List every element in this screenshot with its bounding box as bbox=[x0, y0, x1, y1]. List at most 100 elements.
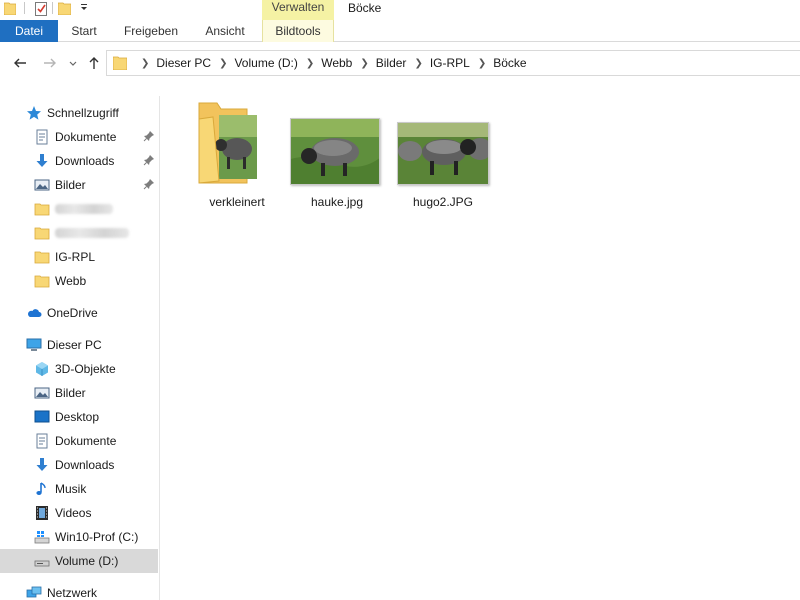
sidebar-item-ig-rpl[interactable]: IG-RPL bbox=[0, 245, 158, 269]
sidebar-item-label: Bilder bbox=[55, 178, 86, 192]
folder-icon bbox=[113, 56, 127, 70]
chevron-right-icon[interactable]: ❯ bbox=[219, 58, 227, 69]
image-thumbnail bbox=[290, 118, 380, 185]
image-file-item[interactable]: hugo2.JPG bbox=[395, 101, 491, 209]
navigation-bar: ❯ Dieser PC ❯ Volume (D:) ❯ Webb ❯ Bilde… bbox=[0, 42, 800, 84]
sidebar-item-documents-pinned[interactable]: Dokumente bbox=[0, 125, 158, 149]
sidebar-item-3d-objects[interactable]: 3D-Objekte bbox=[0, 357, 158, 381]
sidebar-item-label: OneDrive bbox=[47, 306, 98, 320]
breadcrumb-item[interactable]: Dieser PC bbox=[156, 56, 211, 70]
recent-locations-chevron-icon[interactable] bbox=[68, 55, 78, 71]
sidebar-item-label: Videos bbox=[55, 506, 92, 520]
chevron-right-icon[interactable]: ❯ bbox=[141, 58, 149, 69]
sidebar-item-drive-d[interactable]: Volume (D:) bbox=[0, 549, 158, 573]
drive-icon bbox=[34, 560, 50, 567]
sidebar-item-desktop[interactable]: Desktop bbox=[0, 405, 158, 429]
sidebar-item-label: Dokumente bbox=[55, 434, 117, 448]
sidebar-item-drive-c[interactable]: Win10-Prof (C:) bbox=[0, 525, 158, 549]
chevron-right-icon[interactable]: ❯ bbox=[306, 58, 314, 69]
file-name: hauke.jpg bbox=[310, 195, 364, 209]
navigation-pane: Schnellzugriff Dokumente Downloads Bilde… bbox=[0, 96, 160, 600]
folder-icon bbox=[34, 227, 50, 240]
new-folder-icon[interactable] bbox=[58, 1, 71, 15]
sidebar-item-label: Desktop bbox=[55, 410, 100, 424]
sidebar-item-label: Downloads bbox=[55, 154, 115, 168]
sidebar-item-label: Win10-Prof (C:) bbox=[55, 530, 139, 544]
sidebar-item-music[interactable]: Musik bbox=[0, 477, 158, 501]
sidebar-item-label: Dieser PC bbox=[47, 338, 102, 352]
chevron-right-icon[interactable]: ❯ bbox=[360, 58, 368, 69]
blurred-label bbox=[55, 228, 129, 238]
image-thumbnail bbox=[397, 122, 489, 185]
tab-view[interactable]: Ansicht bbox=[196, 20, 254, 42]
windows-drive-icon bbox=[34, 531, 50, 544]
forward-arrow-icon[interactable] bbox=[42, 55, 58, 71]
pictures-icon bbox=[34, 387, 50, 399]
pin-icon[interactable] bbox=[143, 178, 155, 190]
file-name: hugo2.JPG bbox=[412, 195, 474, 209]
sidebar-item-this-pc[interactable]: Dieser PC bbox=[0, 333, 158, 357]
sidebar-item-downloads[interactable]: Downloads bbox=[0, 453, 158, 477]
sidebar-item-network[interactable]: Netzwerk bbox=[0, 581, 158, 600]
tab-file[interactable]: Datei bbox=[0, 20, 58, 42]
breadcrumb-item[interactable]: Volume (D:) bbox=[234, 56, 297, 70]
window-title: Böcke bbox=[348, 1, 382, 15]
properties-checkmark-icon[interactable] bbox=[34, 1, 48, 16]
breadcrumb-item[interactable]: Webb bbox=[321, 56, 352, 70]
folder-with-preview-icon bbox=[198, 102, 257, 184]
cube-3d-icon bbox=[36, 362, 48, 376]
context-group-header: Verwalten bbox=[262, 0, 334, 20]
music-note-icon bbox=[36, 482, 46, 495]
sidebar-item-pictures[interactable]: Bilder bbox=[0, 381, 158, 405]
cloud-icon bbox=[28, 309, 42, 317]
sidebar-item-webb[interactable]: Webb bbox=[0, 269, 158, 293]
star-icon bbox=[27, 106, 41, 120]
sidebar-item-label: Webb bbox=[55, 274, 87, 288]
ribbon-tabs: Datei Start Freigeben Ansicht Bildtools bbox=[0, 20, 800, 42]
tab-picture-tools[interactable]: Bildtools bbox=[262, 20, 334, 42]
tab-share[interactable]: Freigeben bbox=[114, 20, 188, 42]
documents-icon bbox=[36, 129, 48, 145]
tab-start[interactable]: Start bbox=[58, 20, 110, 42]
address-bar[interactable]: ❯ Dieser PC ❯ Volume (D:) ❯ Webb ❯ Bilde… bbox=[106, 50, 800, 76]
toolbar-separator bbox=[24, 2, 25, 14]
sidebar-item-downloads-pinned[interactable]: Downloads bbox=[0, 149, 158, 173]
computer-icon bbox=[26, 338, 42, 351]
documents-icon bbox=[36, 433, 48, 449]
folder-item[interactable]: verkleinert bbox=[189, 101, 285, 209]
breadcrumb-item[interactable]: Böcke bbox=[493, 56, 526, 70]
image-file-item[interactable]: hauke.jpg bbox=[289, 101, 385, 209]
sidebar-item-blurred-folder[interactable] bbox=[0, 221, 158, 245]
sheep-photo-image bbox=[291, 119, 379, 184]
sidebar-item-onedrive[interactable]: OneDrive bbox=[0, 301, 158, 325]
sidebar-item-videos[interactable]: Videos bbox=[0, 501, 158, 525]
sidebar-item-documents[interactable]: Dokumente bbox=[0, 429, 158, 453]
film-strip-icon bbox=[36, 506, 48, 520]
sidebar-item-label: 3D-Objekte bbox=[55, 362, 116, 376]
sidebar-item-label: Volume (D:) bbox=[55, 554, 119, 568]
pin-icon[interactable] bbox=[143, 154, 155, 166]
sidebar-item-label: Musik bbox=[55, 482, 87, 496]
breadcrumb-item[interactable]: IG-RPL bbox=[430, 56, 470, 70]
folder-icon bbox=[34, 275, 50, 288]
sidebar-item-pictures-pinned[interactable]: Bilder bbox=[0, 173, 158, 197]
pin-icon[interactable] bbox=[143, 130, 155, 142]
chevron-right-icon[interactable]: ❯ bbox=[414, 58, 422, 69]
pictures-icon bbox=[34, 179, 50, 191]
file-list: verkleinert hauke.jpg hugo2.JPG bbox=[161, 96, 800, 600]
download-arrow-icon bbox=[36, 458, 48, 471]
file-name: verkleinert bbox=[209, 195, 265, 209]
sidebar-item-quick-access[interactable]: Schnellzugriff bbox=[0, 101, 158, 125]
sidebar-item-label: IG-RPL bbox=[55, 250, 96, 264]
breadcrumb: ❯ Dieser PC ❯ Volume (D:) ❯ Webb ❯ Bilde… bbox=[133, 51, 527, 75]
sheep-photo-image bbox=[398, 123, 488, 184]
chevron-right-icon[interactable]: ❯ bbox=[478, 58, 486, 69]
back-arrow-icon[interactable] bbox=[12, 55, 28, 71]
title-bar: Verwalten Böcke bbox=[0, 0, 800, 20]
breadcrumb-item[interactable]: Bilder bbox=[376, 56, 407, 70]
sidebar-item-label: Dokumente bbox=[55, 130, 117, 144]
up-arrow-icon[interactable] bbox=[86, 55, 102, 71]
sidebar-item-blurred-folder[interactable] bbox=[0, 197, 158, 221]
folder-icon[interactable] bbox=[4, 1, 16, 15]
customize-dropdown-icon[interactable] bbox=[78, 0, 90, 16]
